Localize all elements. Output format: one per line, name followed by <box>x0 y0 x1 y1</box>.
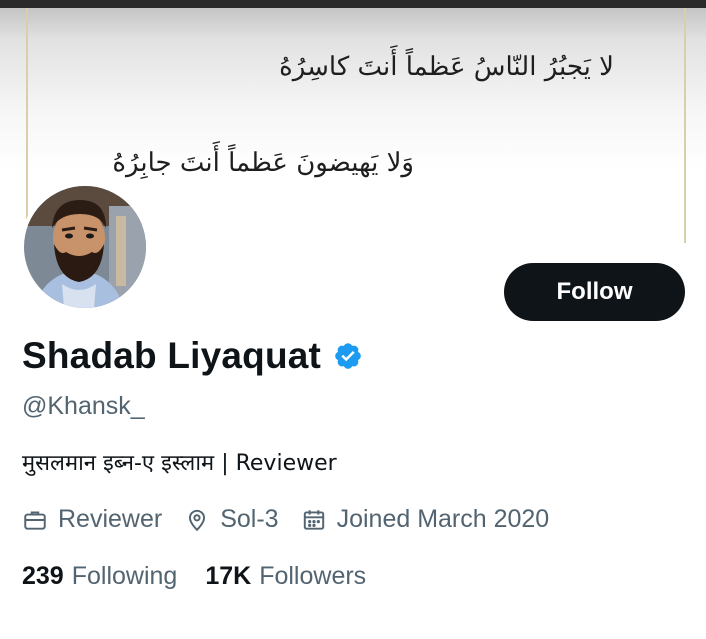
profile-meta: Reviewer Sol-3 Joined March 2020 <box>22 505 571 534</box>
location-pin-icon <box>184 507 210 533</box>
following-link[interactable]: 239 Following <box>22 562 177 591</box>
following-count: 239 <box>22 562 64 590</box>
banner-border-right <box>684 8 686 243</box>
banner-verse-line-1: لا يَجبُرُ النّاسُ عَظماً أَنتَ كاسِرُهُ <box>279 52 614 82</box>
meta-location: Sol-3 <box>184 505 279 534</box>
briefcase-icon <box>22 507 48 533</box>
meta-joined: Joined March 2020 <box>301 505 550 534</box>
bio: मुसलमान इब्न-ए इस्लाम | Reviewer <box>22 447 337 477</box>
avatar-photo <box>24 186 146 308</box>
verified-badge-icon[interactable] <box>333 341 363 371</box>
calendar-icon <box>301 507 327 533</box>
followers-count: 17K <box>205 562 252 590</box>
name-row: Shadab Liyaquat <box>22 335 363 377</box>
following-label: Following <box>71 562 178 590</box>
followers-link[interactable]: 17K Followers <box>205 562 366 591</box>
meta-profession-text: Reviewer <box>58 505 163 533</box>
meta-joined-text: Joined March 2020 <box>336 505 550 533</box>
meta-location-text: Sol-3 <box>220 505 279 533</box>
meta-profession: Reviewer <box>22 505 162 534</box>
bio-text: मुसलमान इब्न-ए इस्लाम | Reviewer <box>22 451 337 476</box>
follow-stats: 239 Following 17K Followers <box>22 562 394 591</box>
display-name: Shadab Liyaquat <box>22 335 322 376</box>
user-handle: @Khansk_ <box>22 392 145 420</box>
followers-label: Followers <box>259 562 367 590</box>
banner-verse-line-2: وَلا يَهيضونَ عَظماً أَنتَ جابِرُهُ <box>112 148 414 178</box>
avatar[interactable] <box>20 182 150 312</box>
banner-top-edge <box>0 0 706 8</box>
follow-button[interactable]: Follow <box>504 263 685 321</box>
